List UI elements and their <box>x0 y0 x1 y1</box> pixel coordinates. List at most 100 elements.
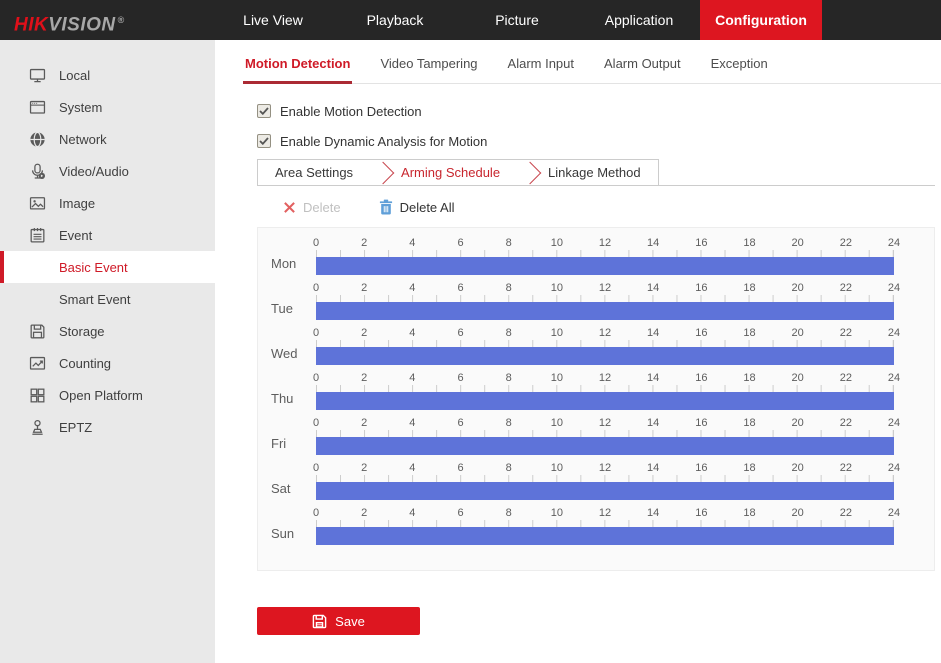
delete-label: Delete <box>303 200 341 215</box>
hour-ruler[interactable] <box>316 430 894 437</box>
sidebar-item[interactable]: Counting <box>0 347 215 379</box>
day-timeline[interactable]: 0 2 4 6 8 10 1 <box>316 282 894 327</box>
day-label: Sat <box>258 481 316 507</box>
hour-ruler[interactable] <box>316 475 894 482</box>
event-type-tab[interactable]: Motion Detection <box>243 56 352 83</box>
day-timeline[interactable]: 0 2 4 6 8 10 1 <box>316 462 894 507</box>
sidebar-item[interactable]: Image <box>0 187 215 219</box>
event-type-tab[interactable]: Alarm Input <box>506 56 576 83</box>
hour-label: 24 <box>888 462 900 474</box>
schedule-bar-track[interactable] <box>316 527 894 545</box>
schedule-bar[interactable] <box>316 347 894 365</box>
top-nav-item[interactable]: Live View <box>212 0 334 40</box>
sidebar-item[interactable]: Network <box>0 123 215 155</box>
hour-label: 24 <box>888 327 900 339</box>
top-nav-label: Configuration <box>715 12 807 28</box>
hour-ruler[interactable] <box>316 295 894 302</box>
hour-label: 8 <box>506 462 512 474</box>
checkbox[interactable] <box>257 134 271 148</box>
hour-label: 0 <box>313 327 319 339</box>
day-timeline[interactable]: 0 2 4 6 8 10 1 <box>316 237 894 282</box>
day-timeline[interactable]: 0 2 4 6 8 10 1 <box>316 507 894 552</box>
day-timeline[interactable]: 0 2 4 6 8 10 1 <box>316 327 894 372</box>
day-timeline[interactable]: 0 2 4 6 8 10 1 <box>316 417 894 462</box>
hour-label: 16 <box>695 372 707 384</box>
sidebar-item[interactable]: EPTZ <box>0 411 215 443</box>
checkbox-label: Enable Motion Detection <box>280 104 422 119</box>
hour-label: 2 <box>361 417 367 429</box>
sidebar-item-label: Local <box>59 68 90 83</box>
event-icon <box>28 226 47 245</box>
hour-label: 14 <box>647 417 659 429</box>
schedule-bar[interactable] <box>316 482 894 500</box>
schedule-bar-track[interactable] <box>316 257 894 275</box>
event-type-tab[interactable]: Video Tampering <box>378 56 479 83</box>
checkbox-row[interactable]: Enable Motion Detection <box>257 101 935 121</box>
sidebar-item-label: EPTZ <box>59 420 92 435</box>
top-nav-item[interactable]: Application <box>578 0 700 40</box>
schedule-bar-track[interactable] <box>316 347 894 365</box>
checkbox[interactable] <box>257 104 271 118</box>
schedule-bar-track[interactable] <box>316 437 894 455</box>
hour-label: 10 <box>551 327 563 339</box>
hour-label: 22 <box>840 237 852 249</box>
save-button[interactable]: Save <box>257 607 420 635</box>
schedule-bar[interactable] <box>316 392 894 410</box>
hour-label: 18 <box>743 372 755 384</box>
globe-icon <box>28 130 47 149</box>
hour-label: 20 <box>792 282 804 294</box>
sidebar-item-label: Counting <box>59 356 111 371</box>
schedule-bar[interactable] <box>316 257 894 275</box>
schedule-bar-track[interactable] <box>316 392 894 410</box>
sidebar-item[interactable]: Local <box>0 59 215 91</box>
hour-ruler[interactable] <box>316 340 894 347</box>
hour-labels: 0 2 4 6 8 10 1 <box>316 282 894 295</box>
hour-label: 8 <box>506 507 512 519</box>
top-nav: Live View Playback Picture Application C… <box>212 0 822 40</box>
hour-label: 6 <box>457 462 463 474</box>
sidebar-item[interactable]: System <box>0 91 215 123</box>
schedule-bar-track[interactable] <box>316 302 894 320</box>
chevron-right-icon <box>519 161 542 184</box>
microphone-icon <box>28 162 47 181</box>
hour-label: 12 <box>599 507 611 519</box>
hour-labels: 0 2 4 6 8 10 1 <box>316 237 894 250</box>
schedule-bar[interactable] <box>316 302 894 320</box>
hour-label: 6 <box>457 237 463 249</box>
sidebar-item[interactable]: Smart Event <box>0 283 215 315</box>
hour-label: 8 <box>506 282 512 294</box>
schedule-day-row: Thu 0 2 4 6 <box>258 372 934 417</box>
sidebar-item[interactable]: Open Platform <box>0 379 215 411</box>
schedule-step-tab[interactable]: Area Settings <box>258 160 370 185</box>
top-nav-item[interactable]: Picture <box>456 0 578 40</box>
schedule-bar[interactable] <box>316 527 894 545</box>
schedule-step-tab[interactable]: Arming Schedule <box>370 160 517 185</box>
delete-all-button[interactable]: Delete All <box>379 199 455 215</box>
schedule-day-row: Sat 0 2 4 6 <box>258 462 934 507</box>
top-nav-item[interactable]: Configuration <box>700 0 822 40</box>
tab-label: Exception <box>711 56 768 71</box>
top-nav-item[interactable]: Playback <box>334 0 456 40</box>
schedule-step-tab[interactable]: Linkage Method <box>517 160 658 185</box>
hour-label: 12 <box>599 327 611 339</box>
trash-icon <box>379 199 393 215</box>
hour-ruler[interactable] <box>316 250 894 257</box>
delete-button[interactable]: Delete <box>283 200 341 215</box>
checkbox-row[interactable]: Enable Dynamic Analysis for Motion <box>257 131 935 151</box>
hour-label: 8 <box>506 237 512 249</box>
hour-ruler[interactable] <box>316 385 894 392</box>
hour-ruler[interactable] <box>316 520 894 527</box>
schedule-bar[interactable] <box>316 437 894 455</box>
sidebar-item[interactable]: Basic Event <box>0 251 215 283</box>
sidebar-item[interactable]: Video/Audio <box>0 155 215 187</box>
sidebar-item[interactable]: Event <box>0 219 215 251</box>
schedule-bar-track[interactable] <box>316 482 894 500</box>
hour-label: 18 <box>743 282 755 294</box>
hour-label: 12 <box>599 372 611 384</box>
event-type-tab[interactable]: Alarm Output <box>602 56 683 83</box>
sidebar-item[interactable]: Storage <box>0 315 215 347</box>
arming-schedule-grid: Mon 0 2 4 6 <box>257 227 935 571</box>
day-timeline[interactable]: 0 2 4 6 8 10 1 <box>316 372 894 417</box>
day-label: Sun <box>258 526 316 552</box>
event-type-tab[interactable]: Exception <box>709 56 770 83</box>
